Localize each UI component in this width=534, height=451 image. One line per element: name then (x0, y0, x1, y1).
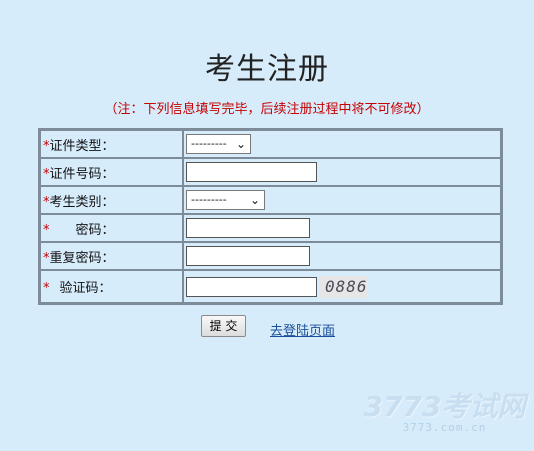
watermark-logo: 3773考试网 (363, 390, 526, 423)
id-type-select[interactable]: --------- ⌄ (186, 134, 251, 154)
id-number-input[interactable] (186, 162, 317, 182)
candidate-category-select[interactable]: --------- ⌄ (186, 190, 265, 210)
row-id-number: *证件号码： (40, 158, 501, 186)
label-captcha-text: 验证码： (59, 281, 112, 296)
required-mark: * (43, 222, 50, 238)
id-type-select-value: --------- (191, 137, 227, 150)
page-title: 考生注册 (205, 52, 329, 87)
chevron-down-icon: ⌄ (249, 193, 260, 207)
label-id-type-text: 证件类型： (49, 138, 115, 154)
captcha-text: 0886 (325, 276, 368, 296)
row-repeat-password: *重复密码： (40, 242, 501, 270)
repeat-password-input[interactable] (186, 246, 310, 266)
registration-form: *证件类型： --------- ⌄ *证件号码： *考生类别： -------… (38, 128, 503, 305)
notice-text: （注：下列信息填写完毕，后续注册过程中将不可修改） (104, 102, 430, 117)
label-candidate-category-text: 考生类别： (49, 194, 115, 210)
candidate-category-select-value: --------- (191, 193, 227, 206)
row-id-type: *证件类型： --------- ⌄ (40, 130, 501, 158)
row-password: * 密码： (40, 214, 501, 242)
chevron-down-icon: ⌄ (235, 137, 246, 151)
row-captcha: * 验证码： 0886 (40, 270, 501, 303)
captcha-input[interactable] (186, 276, 317, 297)
captcha-image[interactable]: 0886 (319, 275, 368, 298)
password-input[interactable] (186, 218, 310, 238)
label-password-text: 密码： (75, 222, 115, 238)
label-repeat-password-text: 重复密码： (49, 250, 115, 266)
label-id-type: *证件类型： (40, 130, 183, 158)
submit-button[interactable]: 提 交 (201, 315, 246, 337)
required-mark: * (43, 281, 50, 296)
label-id-number-text: 证件号码： (49, 166, 115, 182)
go-to-login-link[interactable]: 去登陆页面 (270, 320, 335, 339)
row-candidate-category: *考生类别： --------- ⌄ (40, 186, 501, 214)
watermark: 3773考试网 3773.com.cn (362, 385, 527, 434)
